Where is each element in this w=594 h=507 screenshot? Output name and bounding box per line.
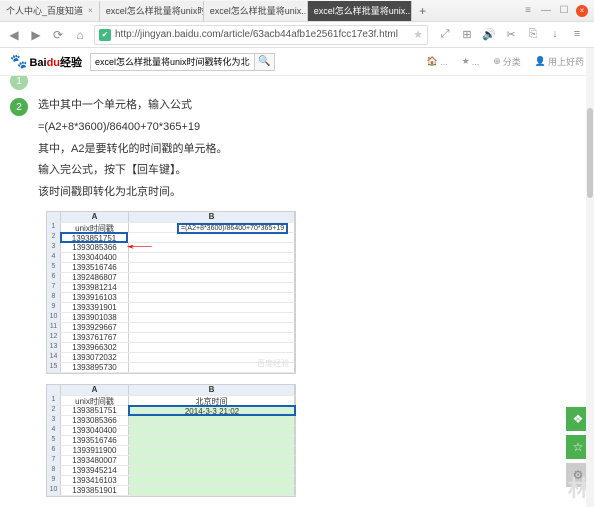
- address-bar[interactable]: ✔ http://jingyan.baidu.com/article/63acb…: [94, 25, 428, 45]
- url-text: http://jingyan.baidu.com/article/63acb44…: [115, 29, 409, 40]
- minimize-button[interactable]: —: [540, 5, 552, 17]
- browser-toolbar: ◀ ▶ ⟳ ⌂ ✔ http://jingyan.baidu.com/artic…: [0, 22, 594, 48]
- menu-icon[interactable]: ≡: [522, 5, 534, 17]
- watermark: 百度经验: [257, 358, 289, 369]
- hdr-link-1[interactable]: ★...: [462, 55, 480, 68]
- tab-2[interactable]: excel怎么样批量将unix...×: [204, 1, 308, 21]
- screenshot-sheet-1: AB 1unix时间戳北京时间 =(A2+8*3600)/86400+70*36…: [46, 211, 296, 374]
- close-icon[interactable]: ×: [88, 6, 93, 15]
- tool-icon-0[interactable]: ⤢: [438, 28, 452, 41]
- step2-line3: 其中，A2是要转化的时间戳的单元格。: [38, 140, 594, 160]
- new-tab-button[interactable]: +: [412, 4, 434, 18]
- step2-formula: =(A2+8*3600)/86400+70*365+19: [38, 118, 594, 138]
- scroll-thumb[interactable]: [587, 108, 593, 198]
- paw-icon: 🐾: [10, 53, 27, 70]
- page-header: 🐾 Baidu经验 🔍 🏠... ★... ⊕分类 👤用上好药: [0, 48, 594, 76]
- maximize-button[interactable]: ☐: [558, 5, 570, 17]
- home-button[interactable]: ⌂: [72, 27, 88, 43]
- step2-line5: 该时间戳即转化为北京时间。: [38, 183, 594, 203]
- tab-3-active[interactable]: excel怎么样批量将unix...×: [308, 1, 412, 21]
- titlebar: 个人中心_百度知道× excel怎么样批量将unix时...× excel怎么样…: [0, 0, 594, 22]
- tool-icon-1[interactable]: ⊞: [460, 28, 474, 41]
- site-icon: ✔: [99, 29, 111, 41]
- tool-icon-6[interactable]: ≡: [570, 28, 584, 41]
- tool-icon-2[interactable]: 🔊: [482, 28, 496, 41]
- scrollbar[interactable]: [586, 48, 594, 507]
- close-button[interactable]: ×: [576, 5, 588, 17]
- search-input[interactable]: [90, 53, 255, 71]
- tab-0[interactable]: 个人中心_百度知道×: [0, 1, 100, 21]
- tool-icon-4[interactable]: ⎘: [526, 28, 540, 41]
- forward-button[interactable]: ▶: [28, 27, 44, 43]
- step2-line1: 选中其中一个单元格，输入公式: [38, 96, 594, 116]
- arrow-icon: ←: [118, 236, 160, 252]
- hdr-link-0[interactable]: 🏠...: [427, 55, 448, 68]
- tool-icon-5[interactable]: ↓: [548, 28, 562, 41]
- search-button[interactable]: 🔍: [255, 53, 275, 71]
- step2-line4: 输入完公式，按下【回车键】。: [38, 161, 594, 181]
- step-1-badge: 1: [10, 76, 28, 90]
- logo[interactable]: 🐾 Baidu经验: [10, 53, 82, 70]
- back-button[interactable]: ◀: [6, 27, 22, 43]
- tool-icon-3[interactable]: ✂: [504, 28, 518, 41]
- tab-1[interactable]: excel怎么样批量将unix时...×: [100, 1, 204, 21]
- reload-button[interactable]: ⟳: [50, 27, 66, 43]
- step-2-badge: 2: [10, 98, 28, 116]
- formula-overlay: =(A2+8*3600)/86400+70*365+19: [177, 223, 288, 234]
- hdr-link-2[interactable]: ⊕分类: [493, 55, 521, 68]
- bookmark-icon[interactable]: ★: [413, 28, 423, 41]
- article-content: 1 2 选中其中一个单元格，输入公式 =(A2+8*3600)/86400+70…: [0, 76, 594, 507]
- screenshot-sheet-2: AB 1unix时间戳北京时间 213938517512014-3-3 21:0…: [46, 384, 296, 497]
- hdr-link-3[interactable]: 👤用上好药: [535, 55, 584, 68]
